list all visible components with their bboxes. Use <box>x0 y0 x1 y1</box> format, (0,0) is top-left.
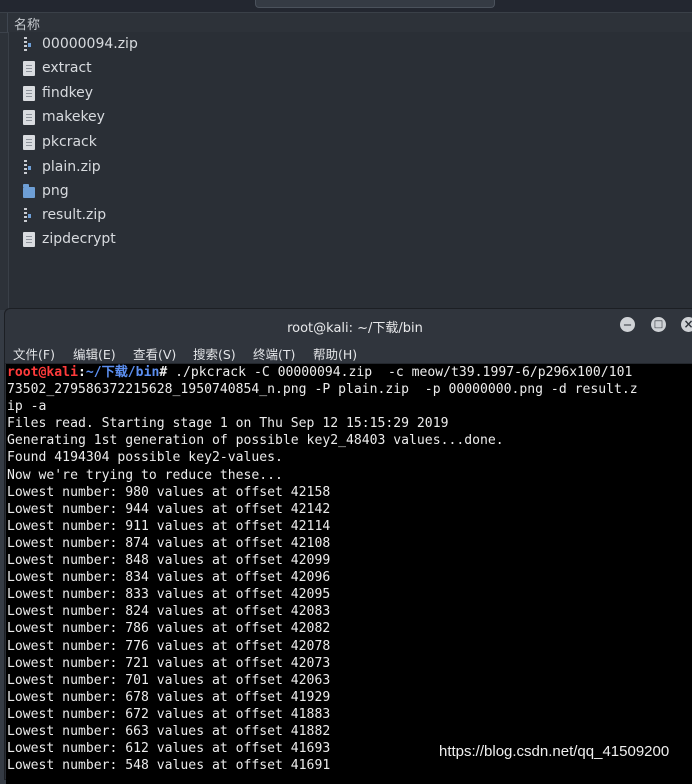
file-manager-window: 名称 00000094.zip extract findkey makekey … <box>0 0 692 310</box>
output-line: Now we're trying to reduce these... <box>7 467 283 483</box>
output-line: Lowest number: 701 values at offset 4206… <box>7 672 331 688</box>
output-line: Lowest number: 672 values at offset 4188… <box>7 706 331 722</box>
text-file-icon <box>23 231 35 247</box>
file-name: pkcrack <box>42 134 97 150</box>
output-line: Lowest number: 786 values at offset 4208… <box>7 621 331 637</box>
output-line: Files read. Starting stage 1 on Thu Sep … <box>7 416 449 432</box>
zip-file-icon <box>23 159 35 175</box>
file-item-extract[interactable]: extract <box>23 57 92 79</box>
output-line: Lowest number: 980 values at offset 4215… <box>7 484 331 500</box>
terminal-titlebar[interactable]: root@kali: ~/下载/bin <box>5 309 692 341</box>
file-list: 00000094.zip extract findkey makekey pkc… <box>8 32 692 310</box>
output-line: Lowest number: 911 values at offset 4211… <box>7 518 331 534</box>
menu-edit[interactable]: 编辑(E) <box>73 344 116 363</box>
file-item-result-zip[interactable]: result.zip <box>23 204 106 226</box>
file-item-png[interactable]: png <box>23 180 69 202</box>
minimize-icon[interactable] <box>620 317 635 332</box>
zip-file-icon <box>23 36 35 52</box>
watermark: https://blog.csdn.net/qq_41509200 <box>439 743 670 760</box>
folder-icon <box>23 183 35 198</box>
prompt-user: root@kali <box>7 365 78 380</box>
output-line: Lowest number: 833 values at offset 4209… <box>7 587 331 603</box>
file-name: plain.zip <box>42 159 101 175</box>
file-name: png <box>42 183 69 199</box>
file-name: findkey <box>42 85 94 101</box>
menu-file[interactable]: 文件(F) <box>13 344 55 363</box>
output-line: Lowest number: 874 values at offset 4210… <box>7 535 331 551</box>
prompt-path: ~/下载/bin <box>85 365 160 380</box>
output-line: ip -a <box>7 399 47 415</box>
terminal-window: root@kali: ~/下载/bin 文件(F) 编辑(E) 查看(V) 搜索… <box>4 308 692 784</box>
output-line: Generating 1st generation of possible ke… <box>7 433 504 449</box>
file-name: makekey <box>42 109 105 125</box>
name-column-label: 名称 <box>14 18 41 33</box>
output-line: Lowest number: 721 values at offset 4207… <box>7 655 331 671</box>
column-separator <box>7 13 8 32</box>
file-item-zipdecrypt[interactable]: zipdecrypt <box>23 228 116 250</box>
file-item-findkey[interactable]: findkey <box>23 82 93 104</box>
file-name: 00000094.zip <box>42 36 138 52</box>
file-name: result.zip <box>42 207 107 223</box>
file-item-makekey[interactable]: makekey <box>23 106 105 128</box>
window-title: root@kali: ~/下载/bin <box>287 321 423 336</box>
maximize-icon[interactable] <box>651 317 666 332</box>
file-item-plain-zip[interactable]: plain.zip <box>23 156 101 178</box>
output-line: Lowest number: 776 values at offset 4207… <box>7 638 331 654</box>
menu-terminal[interactable]: 终端(T) <box>253 344 295 363</box>
file-item-pkcrack[interactable]: pkcrack <box>23 131 97 153</box>
file-name: extract <box>42 60 92 76</box>
command-text: ./pkcrack -C 00000094.zip -c meow/t39.19… <box>167 365 633 380</box>
prompt-separator: : <box>77 365 86 380</box>
close-icon[interactable] <box>681 317 692 332</box>
output-line: Lowest number: 824 values at offset 4208… <box>7 604 331 620</box>
output-line: Lowest number: 678 values at offset 4192… <box>7 689 331 705</box>
text-file-icon <box>23 134 35 150</box>
terminal-menubar: 文件(F) 编辑(E) 查看(V) 搜索(S) 终端(T) 帮助(H) <box>5 341 692 364</box>
output-line: Lowest number: 834 values at offset 4209… <box>7 570 331 586</box>
output-line: Lowest number: 848 values at offset 4209… <box>7 553 331 569</box>
zip-file-icon <box>23 207 35 223</box>
text-file-icon <box>23 60 35 76</box>
menu-help[interactable]: 帮助(H) <box>313 344 357 363</box>
menu-view[interactable]: 查看(V) <box>133 344 176 363</box>
terminal-output[interactable]: root@kali:~/下载/bin# ./pkcrack -C 0000009… <box>6 364 692 784</box>
file-manager-toolbar <box>0 0 692 12</box>
file-item-00000094-zip[interactable]: 00000094.zip <box>23 33 138 55</box>
command-line: root@kali:~/下载/bin# ./pkcrack -C 0000009… <box>6 364 692 381</box>
menu-search[interactable]: 搜索(S) <box>193 344 236 363</box>
name-column-header[interactable]: 名称 <box>0 12 692 33</box>
output-line: Found 4194304 possible key2-values. <box>7 450 283 466</box>
output-line: Lowest number: 663 values at offset 4188… <box>7 723 331 739</box>
file-name: zipdecrypt <box>42 231 116 247</box>
output-line: Lowest number: 944 values at offset 4214… <box>7 501 331 517</box>
text-file-icon <box>23 109 35 125</box>
output-line: 73502_279586372215628_1950740854_n.png -… <box>7 382 638 398</box>
location-bar[interactable] <box>255 0 495 8</box>
text-file-icon <box>23 85 35 101</box>
